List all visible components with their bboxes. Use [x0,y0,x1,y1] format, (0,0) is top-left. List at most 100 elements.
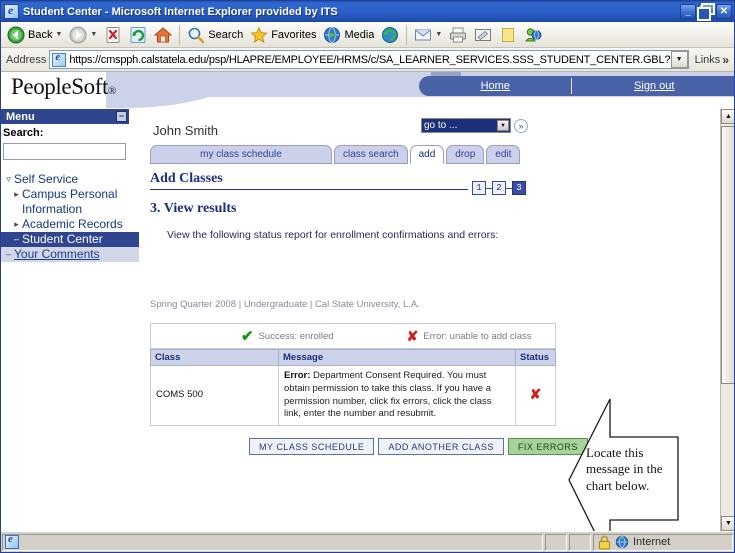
sign-out-link[interactable]: Sign out [572,80,734,92]
page-viewport: PeopleSoft® Home Sign out Menu − Search:… [1,72,734,531]
check-icon: ✔ [241,327,254,345]
back-dropdown-icon[interactable]: ▼ [55,31,62,38]
notes-button[interactable] [496,25,520,45]
forward-button[interactable]: ▼ [66,25,100,45]
scrollbar-thumb[interactable] [721,126,734,384]
vertical-scrollbar[interactable]: ▲ ▼ [720,109,734,531]
search-button[interactable]: Search [184,25,246,45]
sidebar-item-label: Self Service [14,171,79,186]
table-header-row: Class Message Status [150,349,556,366]
menu-tree: ▿ Self Service ▸ Campus Personal Informa… [1,172,139,262]
links-label: Links [694,53,721,66]
media-button[interactable]: Media [320,25,377,45]
status-bar: Internet [1,531,734,552]
main-content: John Smith go to ... ▼ » my class schedu… [139,109,721,531]
add-another-class-button[interactable]: ADD ANOTHER CLASS [378,438,504,455]
sidebar-item-label: Campus Personal [22,186,118,201]
my-class-schedule-button[interactable]: MY CLASS SCHEDULE [249,438,375,455]
fix-errors-button[interactable]: FIX ERRORS [507,438,588,455]
mail-button[interactable]: ▼ [411,25,445,45]
links-button[interactable]: Links » [692,53,732,67]
history-icon [382,26,399,43]
legend-error: ✘ Error: unable to add class [407,329,532,343]
refresh-button[interactable] [126,25,150,45]
stop-button[interactable] [101,25,125,45]
status-pane-3 [569,533,591,551]
status-legend: ✔ Success: enrolled ✘ Error: unable to a… [150,323,556,349]
sidebar-item-your-comments[interactable]: – Your Comments [1,246,139,262]
sidebar-item-campus-personal-information-wrap[interactable]: Information [1,202,139,217]
menu-collapse-button[interactable]: − [116,111,127,122]
go-to-control: go to ... ▼ » [421,118,528,133]
search-icon [189,27,205,43]
tab-edit[interactable]: edit [486,145,521,164]
tab-my-class-schedule[interactable]: my class schedule [150,145,332,164]
step-3[interactable]: 3 [512,181,526,195]
history-button[interactable] [378,25,402,45]
security-zone-pane: Internet [593,533,733,551]
close-button[interactable]: ✕ [716,4,732,19]
scroll-down-button[interactable]: ▼ [721,516,734,531]
status-message-pane [2,533,543,551]
toolbar-separator [179,24,181,45]
browser-window: Student Center - Microsoft Internet Expl… [0,0,735,553]
sidebar-item-campus-personal-information[interactable]: ▸ Campus Personal [1,187,139,202]
minimize-button[interactable]: _ [680,4,696,19]
restore-icon [697,2,715,21]
sidebar-item-self-service[interactable]: ▿ Self Service [1,172,139,187]
step-2[interactable]: 2 [492,181,506,195]
tab-add[interactable]: add [409,145,445,164]
sidebar-item-academic-records[interactable]: ▸ Academic Records [1,217,139,232]
tab-class-search[interactable]: class search [334,145,408,164]
go-to-submit-button[interactable]: » [514,118,528,133]
ie-status-icon [5,533,19,549]
forward-arrow-icon [69,26,87,43]
section-description: View the following status report for enr… [167,229,499,241]
address-dropdown-button[interactable]: ▼ [670,51,688,68]
home-link[interactable]: Home [419,80,571,92]
back-button[interactable]: Back ▼ [4,25,65,45]
leaf-dash-icon: – [13,233,19,244]
restore-button[interactable] [697,2,715,21]
table-row: COMS 500 Error: Department Consent Requi… [150,364,556,427]
favorites-button[interactable]: Favorites [247,25,319,45]
refresh-icon [130,26,146,43]
window-title: Student Center - Microsoft Internet Expl… [23,5,338,18]
sidebar-item-student-center[interactable]: – Student Center [1,231,139,247]
links-chevron-icon: » [722,52,729,67]
sidebar-item-label: Information [22,201,83,216]
chevron-down-icon[interactable]: ▼ [497,120,509,131]
globe-icon [615,535,629,549]
mail-dropdown-icon[interactable]: ▼ [435,31,442,38]
cell-status: ✘ [515,364,556,427]
home-button[interactable] [151,25,175,45]
toolbar-separator-2 [406,24,408,45]
collapsed-triangle-icon: ▸ [14,188,19,199]
security-zone-label: Internet [633,536,671,548]
media-label: Media [344,28,375,41]
tab-drop[interactable]: drop [446,145,485,164]
edit-button[interactable] [471,25,495,45]
menu-search-input[interactable] [3,142,126,160]
go-to-value: go to ... [424,120,458,131]
section-heading: 3. View results [150,201,237,216]
scroll-up-button[interactable]: ▲ [721,109,734,124]
address-input[interactable]: https://cmspph.calstatela.edu/psp/HLAPRE… [49,50,689,69]
back-label: Back [28,28,53,41]
column-header-status: Status [515,349,556,366]
print-button[interactable] [446,25,470,45]
forward-dropdown-icon[interactable]: ▼ [90,31,97,38]
home-icon [154,26,173,42]
step-1[interactable]: 1 [472,181,486,195]
address-label: Address [6,53,47,66]
step-indicator: 1 2 3 [472,181,526,195]
sidebar-item-label: Student Center [22,231,103,246]
legend-success-label: Success: enrolled [258,330,334,342]
error-message-text: Department Consent Required. You must ob… [284,370,492,420]
printer-icon [450,27,467,42]
messenger-button[interactable] [521,25,545,45]
go-to-select[interactable]: go to ... ▼ [421,118,511,133]
term-context-line: Spring Quarter 2008 | Undergraduate | Ca… [150,299,420,310]
cross-icon: ✘ [406,328,419,344]
logo-registered-icon: ® [107,85,116,97]
